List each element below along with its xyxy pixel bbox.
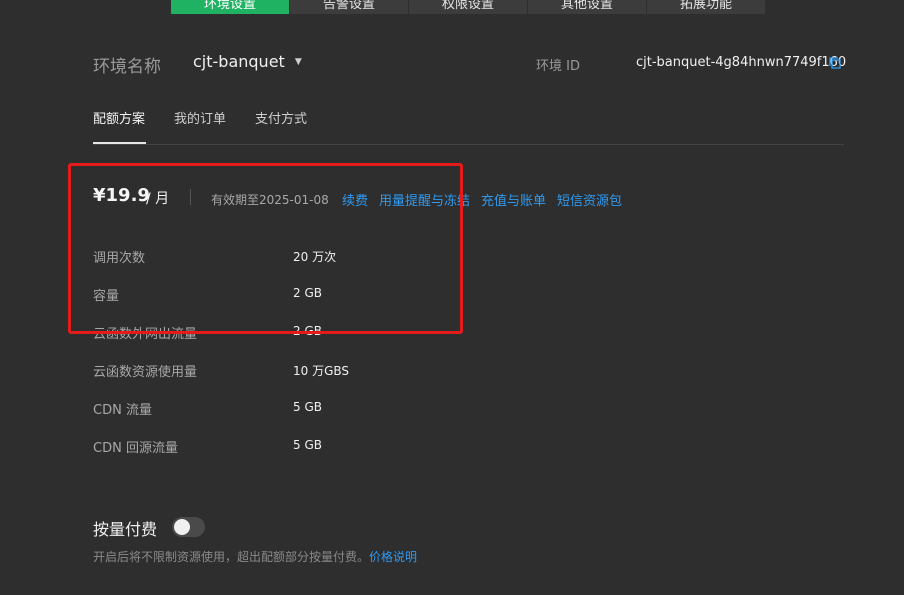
pay-as-you-go-toggle[interactable] — [172, 517, 205, 537]
pay-as-you-go-label: 按量付费 — [93, 520, 158, 539]
tab-environment-settings[interactable]: 环境设置 — [171, 0, 289, 14]
top-tab-bar: 环境设置 告警设置 权限设置 其他设置 拓展功能 — [171, 0, 766, 14]
highlight-box — [68, 163, 463, 334]
quota-row-value: 5 GB — [293, 438, 322, 452]
caret-down-icon: ▼ — [294, 56, 302, 67]
tab-other-settings[interactable]: 其他设置 — [528, 0, 646, 14]
subtab-payment-method[interactable]: 支付方式 — [255, 108, 307, 127]
env-name-value: cjt-banquet — [193, 52, 285, 71]
quota-row-label: 云函数资源使用量 — [93, 365, 198, 380]
tab-extensions[interactable]: 拓展功能 — [647, 0, 765, 14]
tab-alert-settings[interactable]: 告警设置 — [290, 0, 408, 14]
copy-icon[interactable] — [829, 57, 841, 69]
subtab-my-orders[interactable]: 我的订单 — [174, 108, 226, 127]
env-id-value: cjt-banquet-4g84hnwn7749f160 — [636, 55, 847, 70]
quota-row-value: 10 万GBS — [293, 364, 350, 378]
env-id-label: 环境 ID — [536, 59, 580, 74]
env-name-select[interactable]: cjt-banquet ▼ — [193, 52, 302, 71]
subtab-quota-plan[interactable]: 配额方案 — [93, 108, 145, 127]
recharge-billing-link[interactable]: 充值与账单 — [481, 190, 546, 209]
pricing-info-link[interactable]: 价格说明 — [369, 550, 417, 564]
quota-row-label: CDN 回源流量 — [93, 441, 178, 456]
sms-package-link[interactable]: 短信资源包 — [557, 190, 622, 209]
active-subtab-underline — [93, 142, 146, 144]
subtab-bar: 配额方案 我的订单 支付方式 — [93, 108, 307, 127]
env-name-label: 环境名称 — [93, 57, 161, 77]
pay-as-you-go-description: 开启后将不限制资源使用，超出配额部分按量付费。价格说明 — [93, 548, 417, 565]
pay-as-you-go-desc-text: 开启后将不限制资源使用，超出配额部分按量付费。 — [93, 550, 370, 564]
subtab-divider — [93, 144, 844, 145]
quota-row-label: CDN 流量 — [93, 403, 152, 418]
toggle-knob — [174, 519, 190, 535]
tab-permission-settings[interactable]: 权限设置 — [409, 0, 527, 14]
quota-row-value: 5 GB — [293, 400, 322, 414]
